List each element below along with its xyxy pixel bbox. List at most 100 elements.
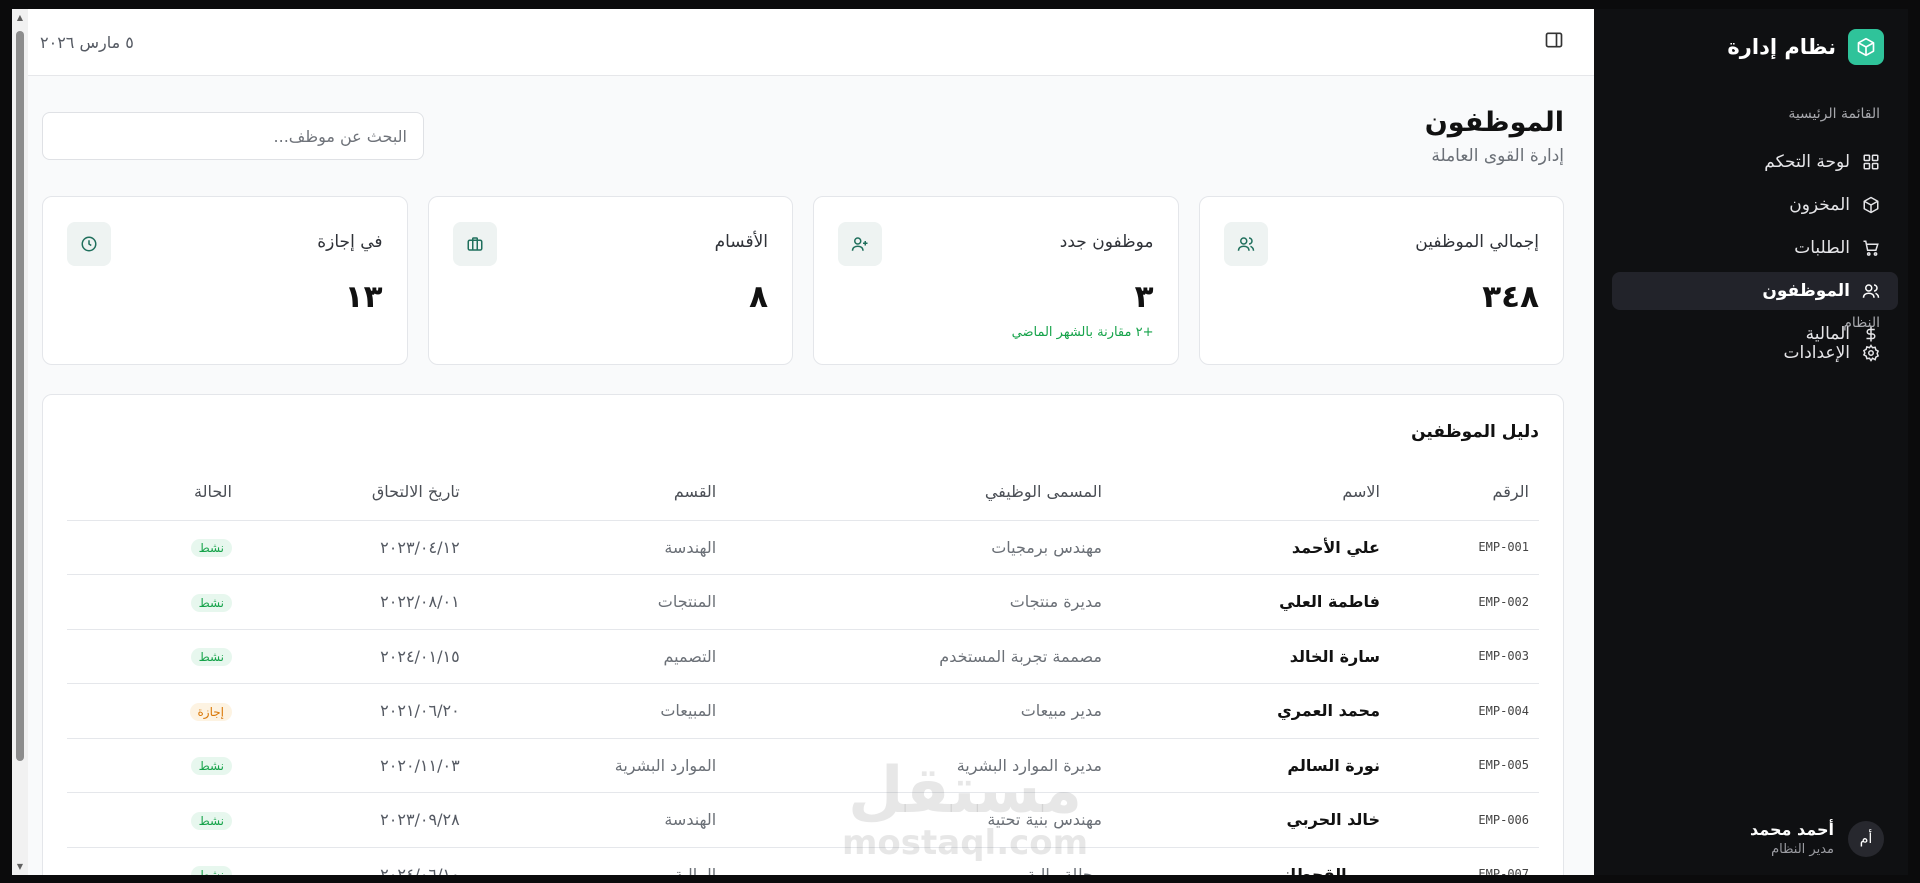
column-header-date[interactable]: تاريخ الالتحاق xyxy=(242,464,470,521)
user-name: أحمد محمد xyxy=(1750,820,1834,839)
column-header-name[interactable]: الاسم xyxy=(1111,464,1390,521)
employee-join-date: ٢٠٢٣/٠٤/١٢ xyxy=(242,520,470,575)
gear-icon xyxy=(1862,344,1880,362)
sidebar-item-dashboard[interactable]: لوحة التحكم xyxy=(1612,143,1898,181)
system-nav: الإعدادات xyxy=(1612,334,1898,377)
column-header-id[interactable]: الرقم xyxy=(1389,464,1539,521)
employee-id: EMP-005 xyxy=(1389,738,1539,793)
employee-dept: الهندسة xyxy=(469,792,727,848)
user-role: مدير النظام xyxy=(1771,842,1834,857)
sidebar-item-orders[interactable]: الطلبات xyxy=(1612,229,1898,267)
employee-id: EMP-001 xyxy=(1389,520,1539,575)
stat-card-leave: في إجازة ١٣ xyxy=(42,196,408,365)
main-content: ٥ مارس ٢٠٢٦ الموظفون إدارة القوى العاملة… xyxy=(12,9,1594,875)
status-badge: نشط xyxy=(190,593,232,612)
app-window: نظام إدارة القائمة الرئيسية لوحة التحكم … xyxy=(12,9,1908,875)
page-title: الموظفون xyxy=(1424,107,1564,138)
briefcase-icon xyxy=(452,222,497,266)
employee-dept: المالية xyxy=(469,847,727,875)
sidebar-item-label: الإعدادات xyxy=(1783,343,1850,363)
employee-job: مديرة الموارد البشرية xyxy=(726,738,1112,793)
sidebar-item-label: الموظفون xyxy=(1762,281,1850,301)
card-note: +٢ مقارنة بالشهر الماضي xyxy=(1011,325,1154,340)
employee-name: سارة الخالد xyxy=(1111,629,1390,684)
employee-join-date: ٢٠٢٤/٠١/١٥ xyxy=(242,629,470,684)
users-icon xyxy=(1862,284,1880,298)
employee-dept: الموارد البشرية xyxy=(469,738,727,793)
avatar: أم xyxy=(1848,820,1884,857)
section-label-system: النظام xyxy=(1843,315,1880,331)
scrollbar[interactable]: ▲ ▼ xyxy=(12,9,28,875)
employee-name: نورة السالم xyxy=(1111,738,1390,793)
box-icon xyxy=(1863,196,1879,214)
employee-job: مصممة تجربة المستخدم xyxy=(726,629,1112,684)
table-row[interactable]: EMP-001 علي الأحمد مهندس برمجيات الهندسة… xyxy=(67,520,1539,575)
employee-name: محمد العمري xyxy=(1111,683,1390,739)
sidebar: نظام إدارة القائمة الرئيسية لوحة التحكم … xyxy=(1594,9,1908,875)
status-badge: نشط xyxy=(190,811,232,830)
column-header-dept[interactable]: القسم xyxy=(469,464,727,521)
page-subtitle: إدارة القوى العاملة xyxy=(1431,146,1564,166)
stat-card-total: إجمالي الموظفين ٣٤٨ xyxy=(1198,196,1564,365)
employee-name: خالد الحربي xyxy=(1111,792,1390,848)
employee-name: ريم القحطاني xyxy=(1111,847,1390,875)
card-value: ٣ xyxy=(1134,279,1154,315)
scroll-up-arrow-icon[interactable]: ▲ xyxy=(15,13,25,22)
scrollbar-thumb[interactable] xyxy=(16,31,24,761)
table-row[interactable]: EMP-006 خالد الحربي مهندس بنية تحتية اله… xyxy=(67,792,1539,848)
employee-id: EMP-006 xyxy=(1389,792,1539,848)
sidebar-item-label: المخزون xyxy=(1789,195,1850,215)
current-date: ٥ مارس ٢٠٢٦ xyxy=(40,32,134,52)
employee-id: EMP-003 xyxy=(1389,629,1539,684)
table-title: دليل الموظفين xyxy=(1411,422,1539,442)
employee-table: الرقم الاسم المسمى الوظيفي القسم تاريخ ا… xyxy=(67,464,1539,875)
employee-name: فاطمة العلي xyxy=(1111,574,1390,630)
table-header-row: الرقم الاسم المسمى الوظيفي القسم تاريخ ا… xyxy=(67,464,1539,521)
sidebar-item-employees[interactable]: الموظفون xyxy=(1612,272,1898,310)
employee-join-date: ٢٠٢٢/٠٨/٠١ xyxy=(242,574,470,630)
sidebar-item-inventory[interactable]: المخزون xyxy=(1612,186,1898,224)
table-row[interactable]: EMP-005 نورة السالم مديرة الموارد البشري… xyxy=(67,738,1539,793)
card-value: ٣٤٨ xyxy=(1482,279,1539,315)
employee-job: مديرة منتجات xyxy=(726,574,1112,630)
card-value: ١٣ xyxy=(344,279,383,315)
table-row[interactable]: EMP-004 محمد العمري مدير مبيعات المبيعات… xyxy=(67,683,1539,739)
user-profile[interactable]: أم أحمد محمد مدير النظام xyxy=(1750,820,1884,857)
sidebar-item-settings[interactable]: الإعدادات xyxy=(1612,334,1898,372)
stat-card-new: موظفون جدد ٣ +٢ مقارنة بالشهر الماضي xyxy=(813,196,1179,365)
panel-toggle-icon xyxy=(1545,32,1563,48)
card-title: موظفون جدد xyxy=(1059,232,1154,252)
status-badge: نشط xyxy=(190,648,232,667)
card-title: إجمالي الموظفين xyxy=(1415,232,1539,252)
employee-job: محللة مالية xyxy=(726,847,1112,875)
brand-title: نظام إدارة xyxy=(1727,35,1836,59)
stats-cards: إجمالي الموظفين ٣٤٨ موظفون جدد ٣ +٢ مقار… xyxy=(42,196,1564,365)
sidebar-item-label: الطلبات xyxy=(1794,238,1850,258)
employee-job: مهندس بنية تحتية xyxy=(726,792,1112,848)
table-row[interactable]: EMP-003 سارة الخالد مصممة تجربة المستخدم… xyxy=(67,629,1539,684)
status-badge: نشط xyxy=(190,866,232,875)
employee-id: EMP-007 xyxy=(1389,847,1539,875)
employee-join-date: ٢٠٢٤/٠٦/١٠ xyxy=(242,847,470,875)
section-label-main: القائمة الرئيسية xyxy=(1788,106,1880,122)
column-header-status[interactable]: الحالة xyxy=(67,464,242,521)
cart-icon xyxy=(1863,240,1879,256)
sidebar-toggle-button[interactable] xyxy=(1544,30,1564,54)
sidebar-item-label: لوحة التحكم xyxy=(1764,152,1850,172)
employee-join-date: ٢٠٢٠/١١/٠٣ xyxy=(242,738,470,793)
card-title: في إجازة xyxy=(317,232,383,252)
brand[interactable]: نظام إدارة xyxy=(1727,29,1884,65)
status-badge: نشط xyxy=(190,757,232,776)
topbar: ٥ مارس ٢٠٢٦ xyxy=(12,9,1594,76)
employee-dept: المبيعات xyxy=(469,683,727,739)
table-row[interactable]: EMP-007 ريم القحطاني محللة مالية المالية… xyxy=(67,847,1539,875)
users-icon xyxy=(1223,222,1268,266)
clock-icon xyxy=(67,222,111,266)
employee-id: EMP-002 xyxy=(1389,574,1539,630)
table-row[interactable]: EMP-002 فاطمة العلي مديرة منتجات المنتجا… xyxy=(67,574,1539,630)
status-badge: إجازة xyxy=(189,702,232,721)
scroll-down-arrow-icon[interactable]: ▼ xyxy=(15,862,25,871)
search-input[interactable] xyxy=(42,112,424,160)
column-header-job[interactable]: المسمى الوظيفي xyxy=(726,464,1112,521)
stat-card-departments: الأقسام ٨ xyxy=(427,196,793,365)
